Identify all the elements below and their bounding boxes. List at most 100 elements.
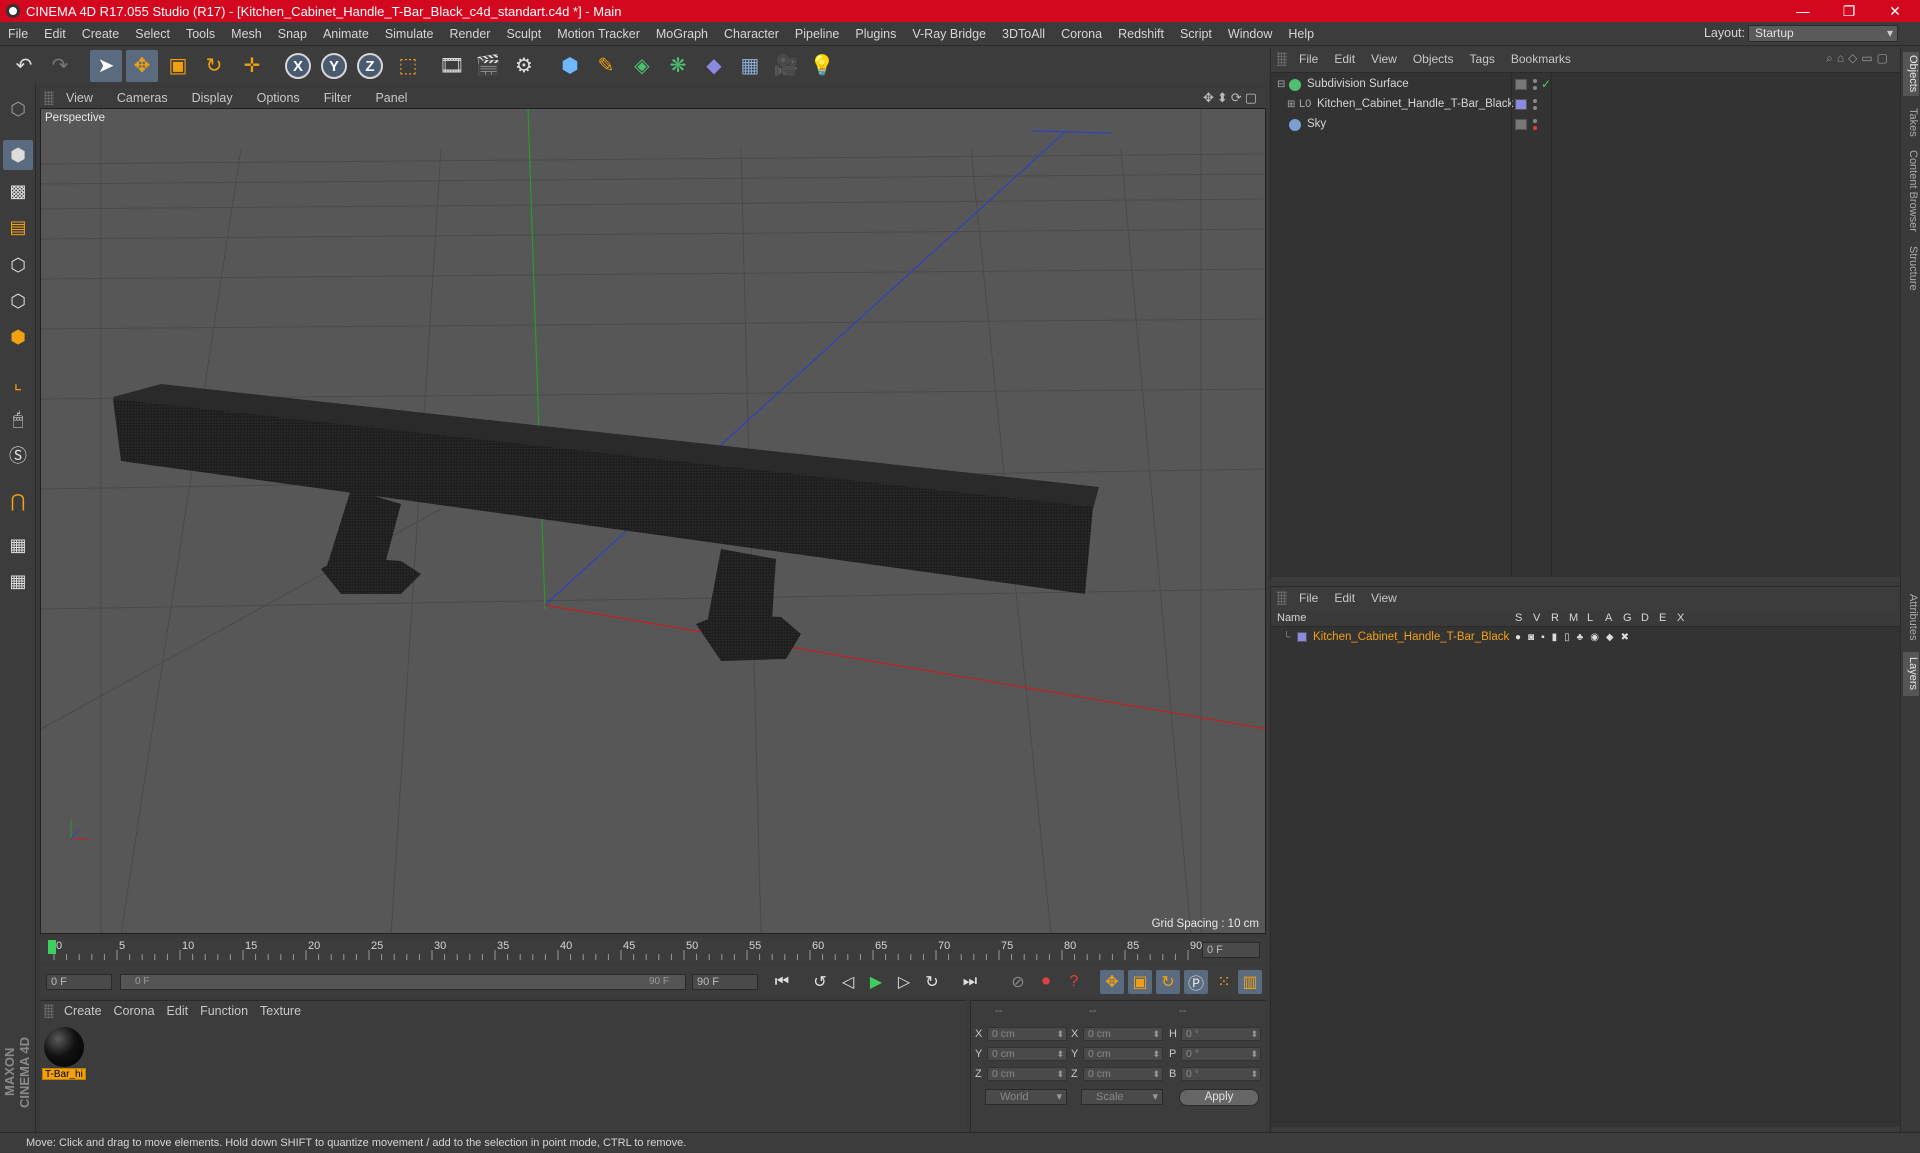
minimize-button[interactable]: — [1780,0,1826,22]
layout-select[interactable]: Startup [1748,25,1898,42]
locked-workplane-button[interactable]: ▦ [3,530,33,560]
column-manager[interactable]: M [1569,612,1578,624]
column-animation[interactable]: A [1605,612,1612,624]
close-button[interactable]: ✕ [1872,0,1918,22]
menu-simulate[interactable]: Simulate [377,27,442,41]
material-swatch[interactable]: T-Bar_hi [42,1025,86,1080]
tab-layers[interactable]: Layers [1903,652,1919,696]
key-point-level-button[interactable]: ⁙ [1212,970,1236,994]
column-expressions[interactable]: E [1659,612,1666,624]
render-visibility-dot[interactable] [1533,86,1537,90]
make-editable-button[interactable]: ⬡ [3,94,33,124]
snap-button[interactable]: ⋂ [3,486,33,516]
layer-row[interactable]: └ Kitchen_Cabinet_Handle_T-Bar_Black ●◙▪… [1271,629,1901,646]
panel-grip-icon[interactable] [44,91,54,105]
menu-mograph[interactable]: MoGraph [648,27,716,41]
menu-redshift[interactable]: Redshift [1110,27,1172,41]
layer-tag-icon[interactable] [1515,119,1527,130]
x-axis-button[interactable]: X [282,50,314,82]
column-locked[interactable]: L [1587,612,1593,624]
layer-color-icon[interactable] [1515,99,1527,110]
motion-path-button[interactable]: ⊘ [1006,970,1030,994]
add-deformer-button[interactable]: ◆ [698,50,730,82]
menu-render[interactable]: Render [441,27,498,41]
next-key-button[interactable]: ↻ [920,970,944,994]
key-rotation-button[interactable]: ↻ [1156,970,1180,994]
menu-file[interactable]: File [0,27,36,41]
render-view-button[interactable]: 🎞 [436,50,468,82]
objmgr-menu-objects[interactable]: Objects [1405,52,1462,66]
material-menu-function[interactable]: Function [200,1004,260,1018]
menu-character[interactable]: Character [716,27,787,41]
material-menu-corona[interactable]: Corona [114,1004,167,1018]
layer-menu-file[interactable]: File [1291,591,1326,605]
panel-grip-icon[interactable] [1277,52,1287,66]
column-generators[interactable]: G [1623,612,1632,624]
menu-help[interactable]: Help [1280,27,1322,41]
objmgr-menu-file[interactable]: File [1291,52,1326,66]
editor-visibility-dot[interactable] [1533,99,1537,103]
column-deformers[interactable]: D [1641,612,1649,624]
end-frame-field[interactable]: 90 F [692,974,758,990]
material-menu-edit[interactable]: Edit [167,1004,201,1018]
tab-objects[interactable]: Objects [1903,52,1919,96]
panel-grip-icon[interactable] [44,1004,54,1018]
edges-mode-button[interactable]: ⬡ [3,286,33,316]
menu-3dtoall[interactable]: 3DToAll [994,27,1053,41]
transform-mode-select[interactable]: Scale [1081,1089,1163,1105]
timeline-ruler[interactable]: 0 5 10 15 20 25 30 35 40 45 50 55 60 65 70 75 80 85 90 0 F [40,938,1266,962]
model-mode-button[interactable]: ⬢ [3,140,33,170]
menu-motion-tracker[interactable]: Motion Tracker [549,27,648,41]
render-visibility-dot[interactable] [1533,106,1537,110]
add-cloner-button[interactable]: ❋ [662,50,694,82]
z-axis-button[interactable]: Z [354,50,386,82]
go-to-start-button[interactable]: ⏮ [770,970,794,994]
rotate-button[interactable]: ↻ [198,50,230,82]
live-selection-button[interactable]: ➤ [90,50,122,82]
menu-mesh[interactable]: Mesh [223,27,270,41]
rotation-h-field[interactable]: 0 ° [1181,1027,1261,1041]
menu-script[interactable]: Script [1172,27,1220,41]
viewport-menu-cameras[interactable]: Cameras [105,91,180,105]
objmgr-menu-view[interactable]: View [1363,52,1405,66]
perspective-viewport[interactable]: Perspective Grid Spacing : 10 cm [40,108,1266,934]
key-parameter-button[interactable]: Ⓟ [1184,970,1208,994]
viewport-menu-display[interactable]: Display [180,91,245,105]
apply-button[interactable]: Apply [1179,1089,1259,1106]
material-menu-texture[interactable]: Texture [260,1004,313,1018]
go-to-end-button[interactable]: ⏭ [958,970,982,994]
menu-corona[interactable]: Corona [1053,27,1110,41]
axis-mode-button[interactable]: ⌞ [3,368,33,398]
menu-sculpt[interactable]: Sculpt [498,27,549,41]
edit-render-settings-button[interactable]: ⚙ [508,50,540,82]
solo-button[interactable]: Ⓢ [3,440,33,470]
enabled-check-icon[interactable]: ✓ [1541,75,1551,94]
objmgr-toolbar-icons[interactable]: ⌕⌂◇▭▢ [1826,51,1892,66]
texture-mode-button[interactable]: ▩ [3,176,33,206]
viewport-menu-panel[interactable]: Panel [363,91,419,105]
position-x-field[interactable]: 0 cm [987,1027,1067,1041]
add-subdivision-button[interactable]: ◈ [626,50,658,82]
panel-grip-icon[interactable] [1277,591,1287,605]
collapse-icon[interactable]: ⊟ [1277,75,1285,94]
tab-takes[interactable]: Takes [1903,104,1919,140]
viewport-menu-view[interactable]: View [54,91,105,105]
tab-structure[interactable]: Structure [1903,242,1919,294]
objmgr-menu-edit[interactable]: Edit [1326,52,1363,66]
play-button[interactable]: ▶ [864,970,888,994]
menu-select[interactable]: Select [127,27,178,41]
viewport-menu-options[interactable]: Options [245,91,312,105]
material-menu-create[interactable]: Create [64,1004,114,1018]
objmgr-menu-bookmarks[interactable]: Bookmarks [1503,52,1579,66]
key-scale-button[interactable]: ▣ [1128,970,1152,994]
editor-visibility-dot[interactable] [1533,119,1537,123]
size-x-field[interactable]: 0 cm [1083,1027,1163,1041]
position-y-field[interactable]: 0 cm [987,1047,1067,1061]
start-frame-field[interactable]: 0 F [46,974,112,990]
autokey-button[interactable]: ? [1062,970,1086,994]
menu-window[interactable]: Window [1220,27,1280,41]
object-row-subdivision-surface[interactable]: ⊟ Subdivision Surface ✓ [1271,75,1901,94]
menu-snap[interactable]: Snap [270,27,315,41]
render-visibility-dot[interactable] [1533,126,1537,130]
coordinate-system-button[interactable]: ⬚ [392,50,424,82]
